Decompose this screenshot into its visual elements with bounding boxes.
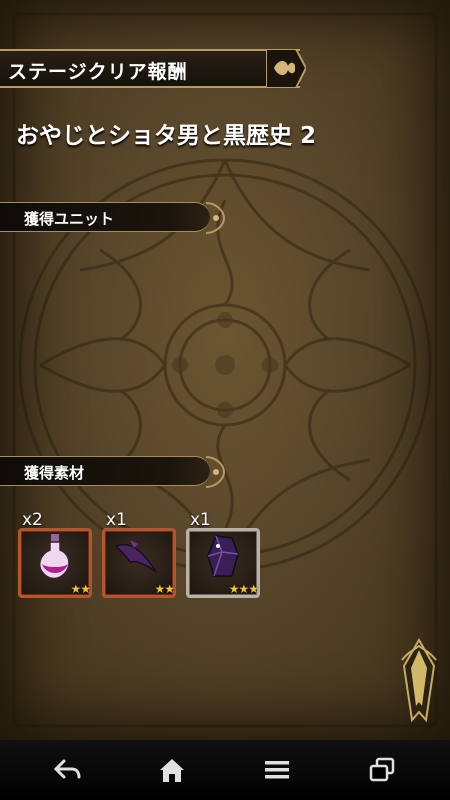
section-tip-ornament-icon xyxy=(206,202,226,234)
potion-icon xyxy=(39,534,70,580)
android-navigation-bar xyxy=(0,740,450,800)
reward-screen: ステージクリア報酬 おやじとショタ男と黒歴史 2 獲得ユニット 獲得素材 x2 … xyxy=(0,0,450,740)
rarity-stars: ★★★ xyxy=(228,582,259,596)
claw-icon xyxy=(114,540,157,573)
header-banner: ステージクリア報酬 xyxy=(0,49,306,88)
section-tip-ornament-icon xyxy=(206,456,226,488)
back-icon xyxy=(53,759,81,779)
material-count: x1 xyxy=(106,510,127,530)
section-materials: 獲得素材 xyxy=(0,456,226,488)
material-count: x1 xyxy=(190,510,211,530)
material-count: x2 xyxy=(22,510,43,530)
section-units: 獲得ユニット xyxy=(0,202,226,234)
gem-icon xyxy=(207,535,239,577)
header-title: ステージクリア報酬 xyxy=(8,61,188,83)
section-materials-label: 獲得素材 xyxy=(24,464,85,482)
material-item[interactable]: x1 ★★★ xyxy=(186,510,262,598)
material-item[interactable]: x2 ★★ xyxy=(18,510,94,598)
material-item[interactable]: x1 ★★ xyxy=(102,510,178,598)
menu-icon xyxy=(265,761,289,779)
background-ornament xyxy=(12,12,438,728)
rarity-stars: ★★ xyxy=(154,582,174,596)
recent-apps-icon xyxy=(369,757,395,782)
nav-menu-button[interactable] xyxy=(221,740,333,800)
crest-emblem-icon xyxy=(401,637,437,723)
nav-back-button[interactable] xyxy=(11,740,123,800)
nav-home-button[interactable] xyxy=(116,740,228,800)
nav-recent-apps-button[interactable] xyxy=(326,740,438,800)
rarity-stars: ★★ xyxy=(70,582,90,596)
fleur-ornament-icon xyxy=(266,49,306,88)
stage-name: おやじとショタ男と黒歴史 2 xyxy=(16,123,317,149)
section-units-label: 獲得ユニット xyxy=(24,210,115,228)
home-icon xyxy=(160,759,184,782)
